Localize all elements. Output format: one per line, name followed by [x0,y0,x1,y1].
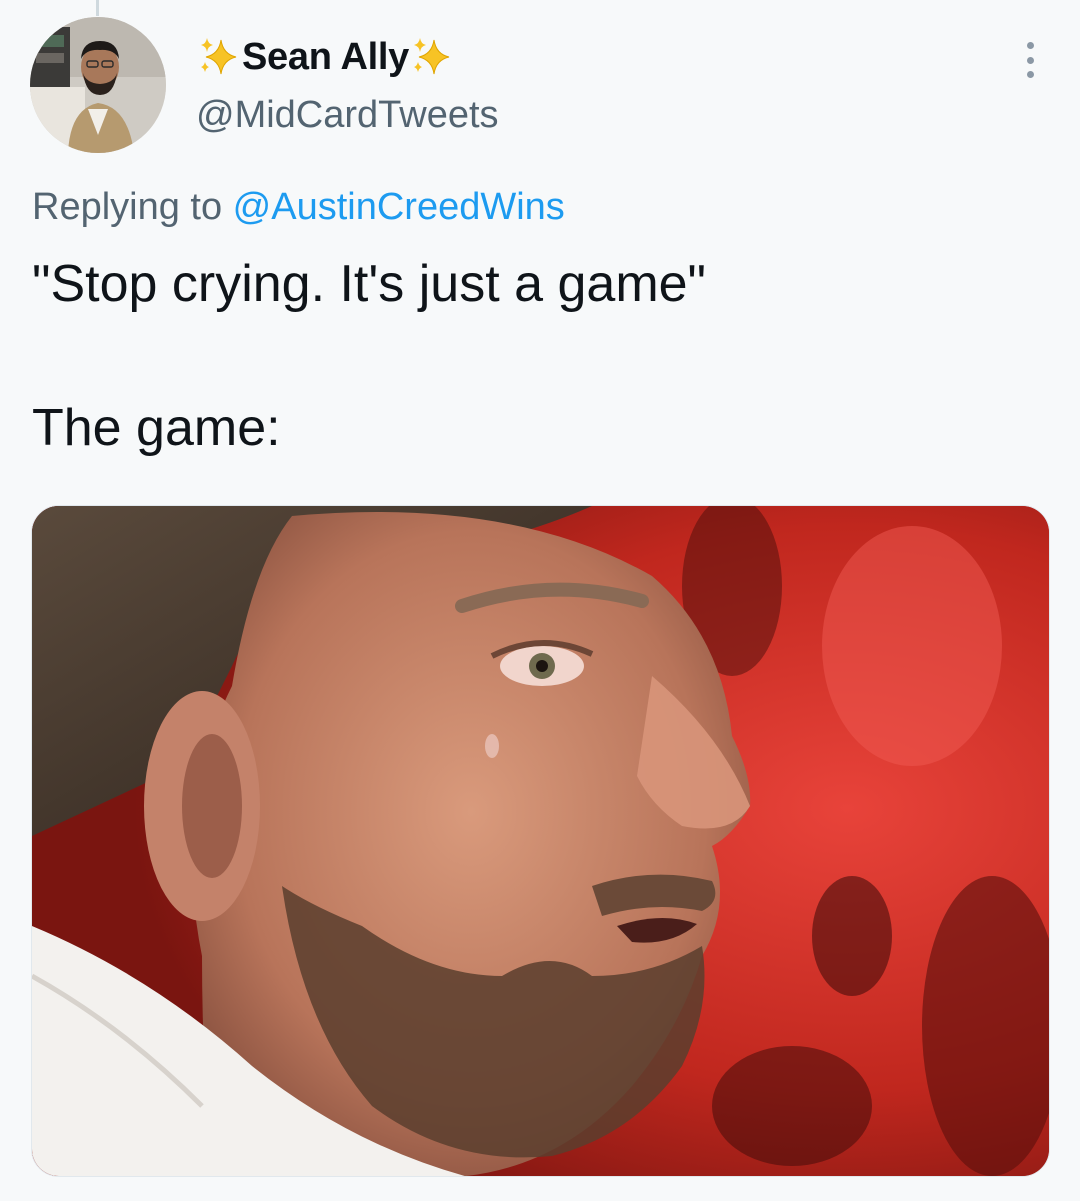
tweet-media-image[interactable] [31,505,1050,1177]
author-handle[interactable]: @MidCardTweets [196,90,499,140]
author-display-name[interactable]: Sean Ally [242,30,409,84]
replying-to-label: Replying to [32,186,233,228]
author-name-row[interactable]: Sean Ally [196,30,499,84]
tweet-text-line: "Stop crying. It's just a game" [32,255,707,313]
more-vertical-icon-dot [1026,71,1034,78]
tweet-header: Sean Ally @MidCardTweets [196,30,499,140]
reply-mention-link[interactable]: @AustinCreedWins [233,186,565,228]
tweet-text-line: The game: [32,399,281,457]
more-vertical-icon-dot [1026,56,1034,64]
replying-to-line: Replying to @AustinCreedWins [32,183,565,231]
sparkles-icon [196,34,242,80]
more-vertical-icon [1026,42,1034,49]
avatar[interactable] [30,17,166,153]
sparkles-icon [409,34,455,80]
more-options-button[interactable] [1012,38,1048,82]
tweet-card[interactable]: Sean Ally @MidCardTweets Replying to @Au… [0,0,1080,1201]
thread-connector-line [96,0,99,16]
